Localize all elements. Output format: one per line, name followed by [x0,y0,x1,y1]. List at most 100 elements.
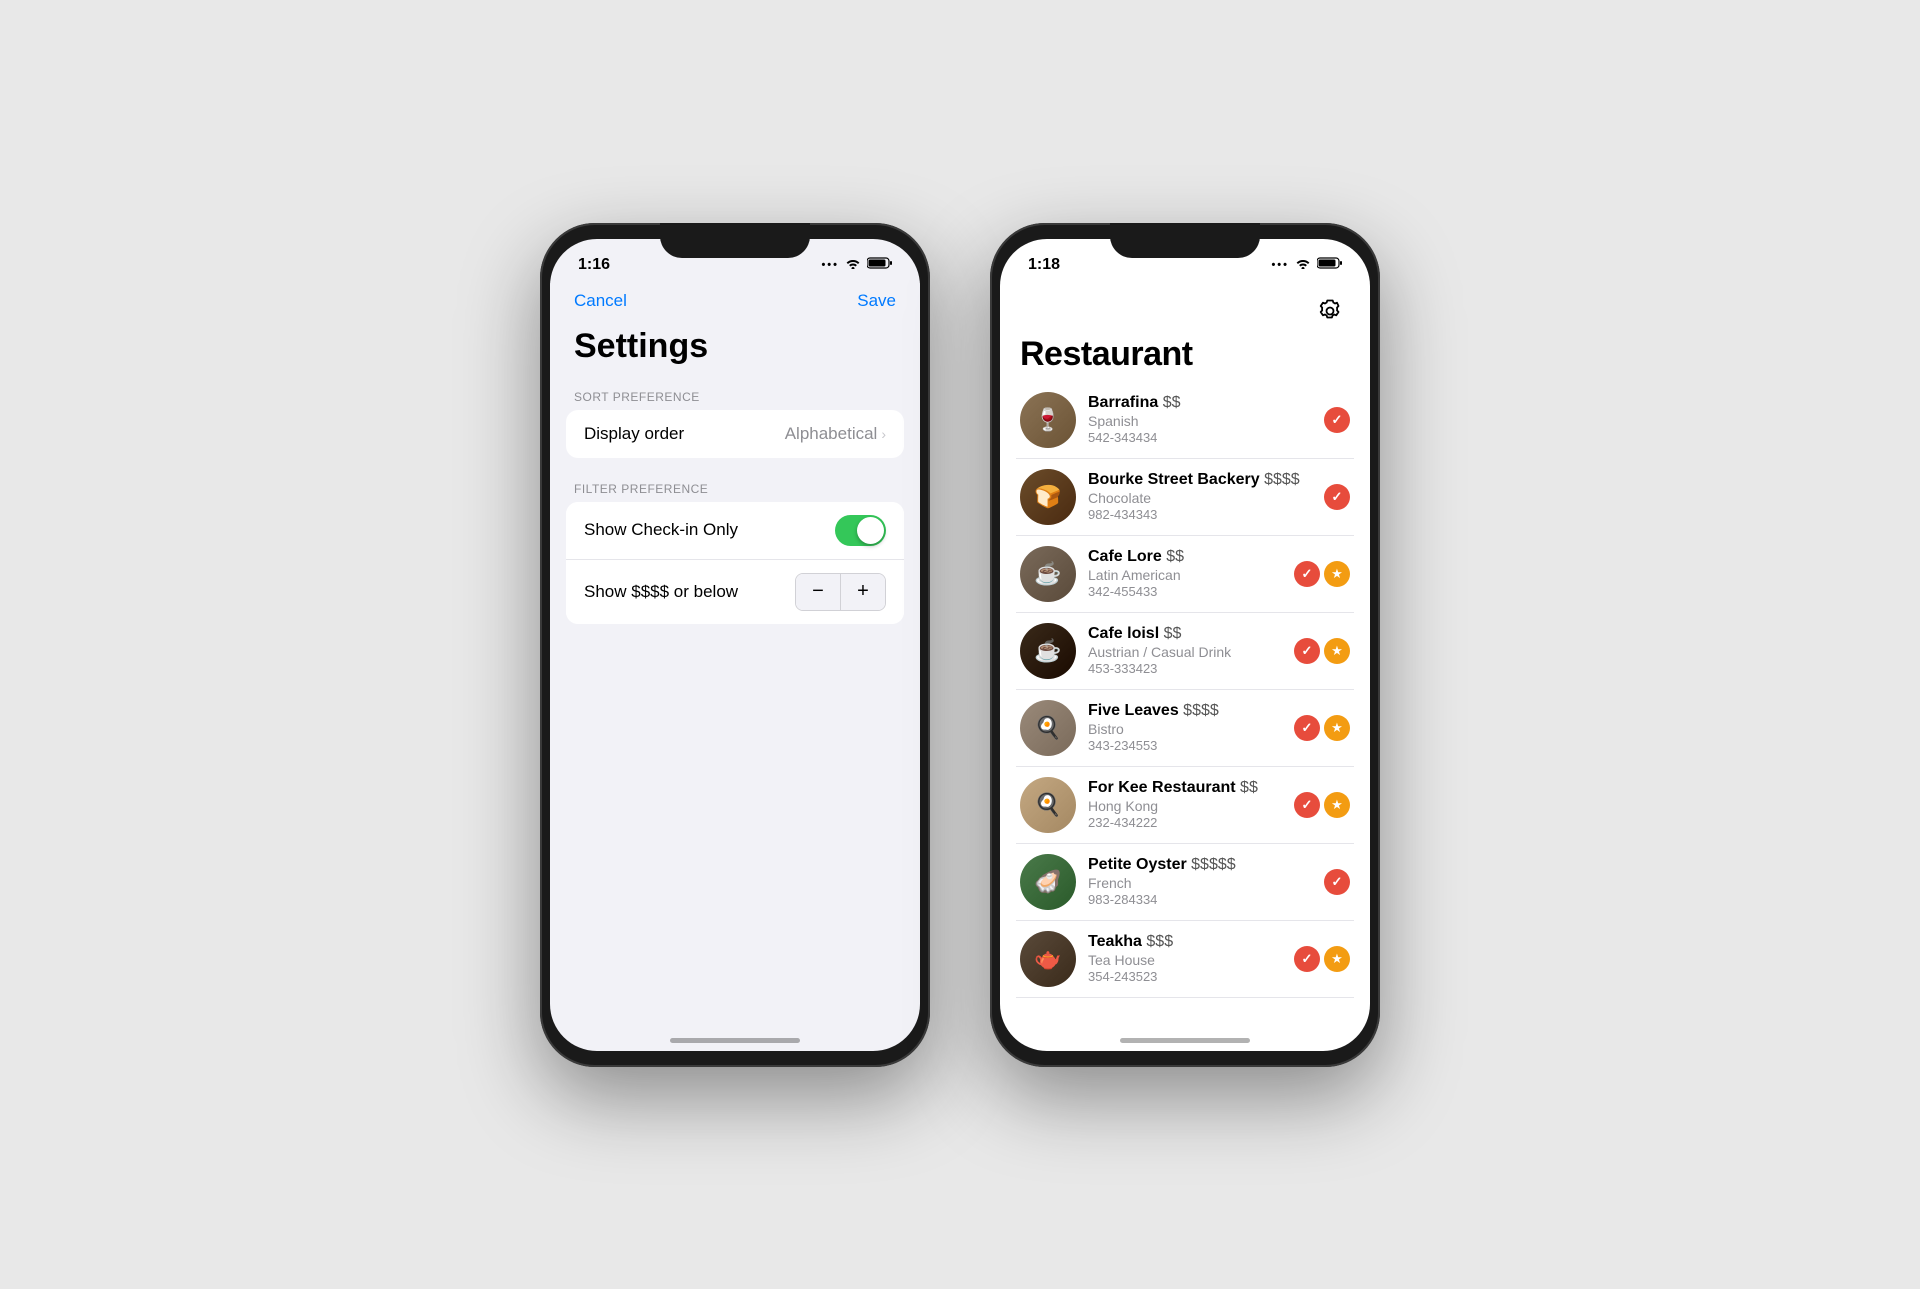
restaurant-cuisine: Bistro [1088,721,1282,737]
restaurant-cuisine: Chocolate [1088,490,1312,506]
restaurant-price: $$ [1166,548,1184,565]
restaurant-price: $$$ [1146,933,1173,950]
restaurant-item[interactable]: 🍳Five Leaves $$$$Bistro343-234553✓★ [1016,690,1354,767]
restaurant-info: Petite Oyster $$$$$French983-284334 [1088,856,1312,907]
check-badge: ✓ [1324,484,1350,510]
restaurant-avatar: 🍷 [1020,392,1076,448]
filter-preference-header: FILTER PREFERENCE [550,474,920,502]
restaurant-name: Cafe Lore $$ [1088,548,1282,566]
restaurant-badges: ✓★ [1294,792,1350,818]
restaurant-badges: ✓ [1324,407,1350,433]
price-filter-label: Show $$$$ or below [584,582,738,602]
check-in-row: Show Check-in Only [566,502,904,559]
restaurant-name: For Kee Restaurant $$ [1088,779,1282,797]
star-badge: ★ [1324,561,1350,587]
restaurant-item[interactable]: 🍳 For Kee Restaurant $$Hong Kong232-43422… [1016,767,1354,844]
restaurant-avatar: 🍳 [1020,777,1076,833]
display-order-label: Display order [584,424,684,444]
signal-dots-icon-2: ••• [1271,259,1289,271]
restaurant-name: Petite Oyster $$$$$ [1088,856,1312,874]
restaurant-price: $$$$ [1183,702,1219,719]
restaurant-badges: ✓★ [1294,561,1350,587]
restaurant-name: Cafe loisl $$ [1088,625,1282,643]
check-badge: ✓ [1294,561,1320,587]
restaurant-avatar: 🦪 [1020,854,1076,910]
star-badge: ★ [1324,946,1350,972]
restaurant-price: $$ [1240,779,1258,796]
restaurant-phone: 982-434343 [1088,507,1312,522]
restaurant-cuisine: French [1088,875,1312,891]
check-badge: ✓ [1294,792,1320,818]
restaurant-info: Cafe Lore $$Latin American342-455433 [1088,548,1282,599]
price-filter-row: Show $$$$ or below − + [566,559,904,624]
settings-phone: 1:16 ••• Cancel Save Settings SORT PREFE… [540,223,930,1067]
restaurant-phone: 342-455433 [1088,584,1282,599]
filter-preference-card: Show Check-in Only Show $$$$ or below − … [566,502,904,624]
save-button[interactable]: Save [857,291,896,311]
restaurant-cuisine: Tea House [1088,952,1282,968]
check-badge: ✓ [1294,638,1320,664]
check-in-label: Show Check-in Only [584,520,738,540]
restaurant-item[interactable]: ☕Cafe Lore $$Latin American342-455433✓★ [1016,536,1354,613]
restaurant-info: Barrafina $$Spanish542-343434 [1088,394,1312,445]
restaurant-screen: 1:18 ••• Restaurant [1000,239,1370,1051]
restaurant-cuisine: Latin American [1088,567,1282,583]
display-order-value: Alphabetical › [785,424,886,444]
restaurant-list: 🍷Barrafina $$Spanish542-343434✓🍞Bourke S… [1000,382,1370,998]
check-badge: ✓ [1324,407,1350,433]
signal-dots-icon: ••• [821,259,839,271]
restaurant-badges: ✓★ [1294,638,1350,664]
restaurant-price: $$$$ [1264,471,1300,488]
restaurant-price: $$$$$ [1191,856,1236,873]
restaurant-info: Cafe loisl $$Austrian / Casual Drink453-… [1088,625,1282,676]
restaurant-info: Teakha $$$Tea House354-243523 [1088,933,1282,984]
settings-screen: 1:16 ••• Cancel Save Settings SORT PREFE… [550,239,920,1051]
restaurant-info: Bourke Street Backery $$$$Chocolate982-4… [1088,471,1312,522]
restaurant-avatar: ☕ [1020,623,1076,679]
restaurant-phone: 1:18 ••• Restaurant [990,223,1380,1067]
settings-nav: Cancel Save [550,283,920,323]
restaurant-item[interactable]: 🍞Bourke Street Backery $$$$Chocolate982-… [1016,459,1354,536]
star-badge: ★ [1324,638,1350,664]
restaurant-item[interactable]: 🫖Teakha $$$Tea House354-243523✓★ [1016,921,1354,998]
restaurant-price: $$ [1164,625,1182,642]
phone-notch [660,223,810,258]
check-badge: ✓ [1294,946,1320,972]
restaurant-cuisine: Spanish [1088,413,1312,429]
check-badge: ✓ [1324,869,1350,895]
restaurant-badges: ✓★ [1294,715,1350,741]
cancel-button[interactable]: Cancel [574,291,627,311]
phone-notch-2 [1110,223,1260,258]
settings-title: Settings [550,323,920,382]
restaurant-phone: 453-333423 [1088,661,1282,676]
restaurant-price: $$ [1163,394,1181,411]
restaurant-phone: 232-434222 [1088,815,1282,830]
battery-icon [867,256,892,273]
home-indicator-2 [1120,1038,1250,1043]
restaurant-title: Restaurant [1020,335,1350,374]
restaurant-item[interactable]: 🦪Petite Oyster $$$$$French983-284334✓ [1016,844,1354,921]
sort-preference-header: SORT PREFERENCE [550,382,920,410]
home-indicator [670,1038,800,1043]
restaurant-name: Bourke Street Backery $$$$ [1088,471,1312,489]
restaurant-badges: ✓ [1324,869,1350,895]
restaurant-avatar: ☕ [1020,546,1076,602]
stepper-minus-button[interactable]: − [796,574,840,610]
toggle-knob [857,517,884,544]
restaurant-avatar: 🍞 [1020,469,1076,525]
gear-button[interactable] [1310,291,1350,331]
status-time: 1:16 [578,256,610,274]
status-icons-2: ••• [1271,256,1342,273]
restaurant-info: Five Leaves $$$$Bistro343-234553 [1088,702,1282,753]
restaurant-item[interactable]: 🍷Barrafina $$Spanish542-343434✓ [1016,382,1354,459]
stepper-plus-button[interactable]: + [841,574,885,610]
restaurant-item[interactable]: ☕Cafe loisl $$Austrian / Casual Drink453… [1016,613,1354,690]
star-badge: ★ [1324,792,1350,818]
restaurant-name: Barrafina $$ [1088,394,1312,412]
check-in-toggle[interactable] [835,515,886,546]
display-order-row[interactable]: Display order Alphabetical › [566,410,904,458]
restaurant-phone: 542-343434 [1088,430,1312,445]
restaurant-cuisine: Hong Kong [1088,798,1282,814]
restaurant-avatar: 🫖 [1020,931,1076,987]
restaurant-avatar: 🍳 [1020,700,1076,756]
